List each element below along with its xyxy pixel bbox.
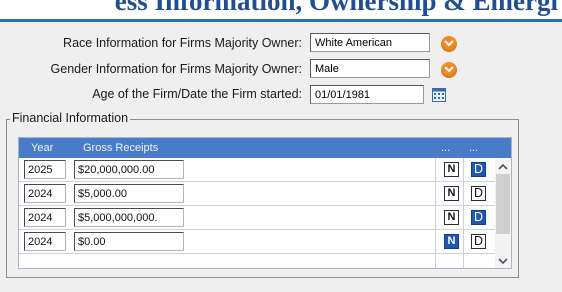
d-button[interactable]: D: [471, 234, 486, 249]
n-button[interactable]: N: [444, 234, 459, 249]
d-button[interactable]: D: [471, 210, 486, 225]
scroll-up-icon[interactable]: [498, 160, 508, 174]
scroll-down-icon[interactable]: [498, 254, 508, 268]
gender-select[interactable]: Male: [310, 59, 430, 78]
vertical-scrollbar[interactable]: [495, 158, 511, 268]
col-header-gross[interactable]: Gross Receipts: [83, 142, 158, 154]
gender-label: Gender Information for Firms Majority Ow…: [50, 62, 302, 76]
financial-legend: Financial Information: [10, 111, 131, 125]
grid-header: Year Gross Receipts ... ...: [19, 138, 511, 158]
age-label: Age of the Firm/Date the Firm started:: [92, 87, 302, 101]
page-title: ess Information, Ownership & Emergi: [114, 0, 558, 16]
race-select[interactable]: White American: [310, 33, 430, 52]
column-divider: [435, 158, 436, 268]
n-button[interactable]: N: [444, 162, 459, 177]
column-divider: [463, 158, 464, 268]
header-rule: [0, 19, 562, 22]
race-row: Race Information for Firms Majority Owne…: [0, 33, 302, 55]
gross-receipts-input[interactable]: $0.00: [74, 232, 184, 251]
calendar-icon[interactable]: [432, 88, 446, 102]
table-row: 2025 $20,000,000.00 N D: [19, 158, 495, 182]
year-input[interactable]: 2024: [24, 184, 66, 203]
start-date-input[interactable]: 01/01/1981: [310, 85, 424, 104]
gender-row: Gender Information for Firms Majority Ow…: [0, 59, 302, 81]
year-input[interactable]: 2024: [24, 208, 66, 227]
gross-receipts-input[interactable]: $5,000,000,000.: [74, 208, 184, 227]
gross-receipts-input[interactable]: $20,000,000.00: [74, 160, 184, 179]
year-input[interactable]: 2025: [24, 160, 66, 179]
gross-receipts-input[interactable]: $5,000.00: [74, 184, 184, 203]
gender-dropdown-icon[interactable]: [441, 62, 457, 78]
scrollbar-thumb[interactable]: [496, 174, 510, 234]
d-button[interactable]: D: [471, 162, 486, 177]
table-row: 2024 $5,000.00 N D: [19, 182, 495, 206]
financial-grid: Year Gross Receipts ... ... 2025 $20,000…: [18, 137, 512, 269]
col-header-col3[interactable]: ...: [441, 142, 450, 154]
age-row: Age of the Firm/Date the Firm started:: [0, 84, 302, 106]
table-row: 2024 $0.00 N D: [19, 230, 495, 254]
page-header: ess Information, Ownership & Emergi: [0, 0, 562, 22]
col-header-col4[interactable]: ...: [469, 142, 478, 154]
d-button[interactable]: D: [471, 186, 486, 201]
table-row: 2024 $5,000,000,000. N D: [19, 206, 495, 230]
col-header-year[interactable]: Year: [31, 142, 53, 154]
race-label: Race Information for Firms Majority Owne…: [63, 36, 302, 50]
year-input[interactable]: 2024: [24, 232, 66, 251]
n-button[interactable]: N: [444, 210, 459, 225]
race-dropdown-icon[interactable]: [441, 36, 457, 52]
n-button[interactable]: N: [444, 186, 459, 201]
